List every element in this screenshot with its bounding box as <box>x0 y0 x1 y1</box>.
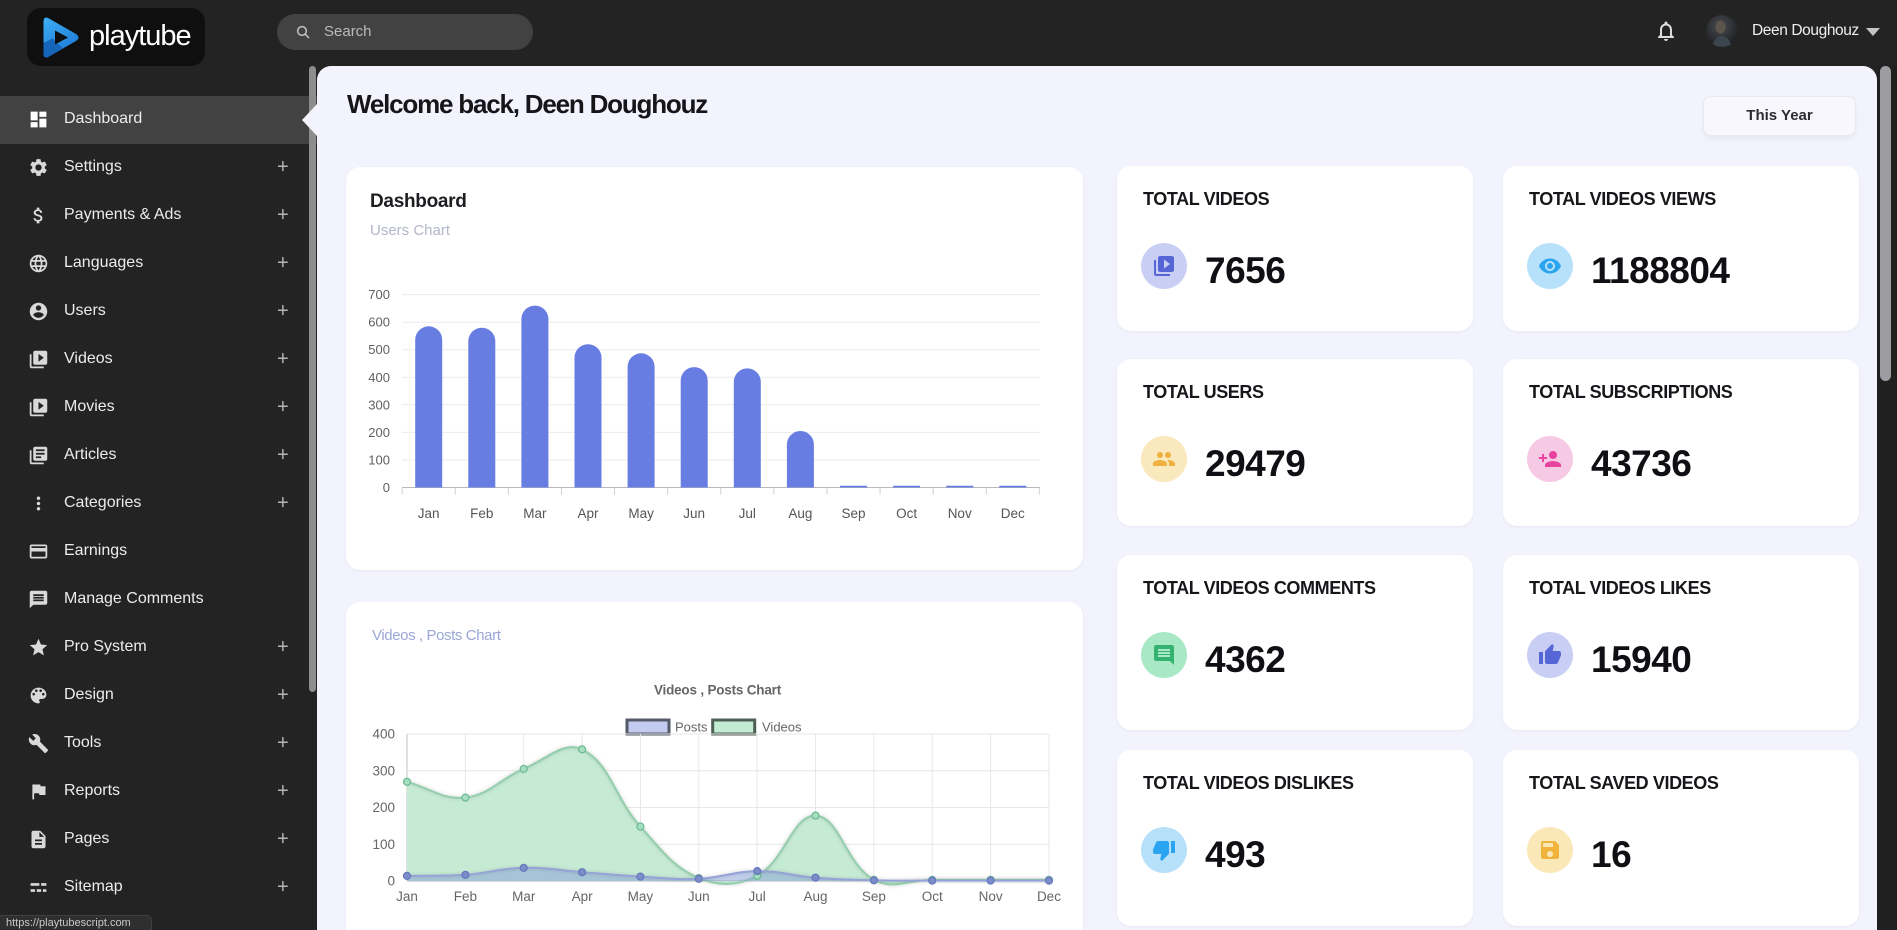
svg-text:400: 400 <box>372 727 395 742</box>
svg-text:Nov: Nov <box>948 506 972 521</box>
svg-text:Feb: Feb <box>454 889 477 904</box>
svg-text:100: 100 <box>372 837 395 852</box>
svg-text:200: 200 <box>368 425 390 440</box>
svg-text:Jan: Jan <box>418 506 440 521</box>
svg-text:0: 0 <box>383 480 390 495</box>
svg-text:Dec: Dec <box>1001 506 1025 521</box>
svg-text:Oct: Oct <box>896 506 917 521</box>
svg-text:400: 400 <box>368 370 390 385</box>
svg-text:Sep: Sep <box>841 506 865 521</box>
svg-text:Dec: Dec <box>1037 889 1061 904</box>
svg-text:Aug: Aug <box>804 889 828 904</box>
svg-text:May: May <box>628 889 654 904</box>
svg-text:May: May <box>628 506 654 521</box>
svg-text:Apr: Apr <box>577 506 599 521</box>
svg-text:700: 700 <box>368 287 390 302</box>
svg-text:300: 300 <box>372 763 395 778</box>
svg-text:Feb: Feb <box>470 506 493 521</box>
svg-text:300: 300 <box>368 397 390 412</box>
svg-text:600: 600 <box>368 315 390 330</box>
svg-text:Jul: Jul <box>739 506 756 521</box>
svg-text:Jul: Jul <box>749 889 766 904</box>
svg-text:200: 200 <box>372 800 395 815</box>
svg-text:Posts: Posts <box>675 720 708 735</box>
svg-text:100: 100 <box>368 452 390 467</box>
svg-text:500: 500 <box>368 342 390 357</box>
svg-text:Videos , Posts Chart: Videos , Posts Chart <box>654 683 782 698</box>
svg-text:Videos: Videos <box>762 720 802 735</box>
svg-text:0: 0 <box>387 874 395 889</box>
svg-text:Sep: Sep <box>862 889 886 904</box>
svg-text:Nov: Nov <box>979 889 1003 904</box>
svg-text:Jun: Jun <box>688 889 710 904</box>
svg-text:Jun: Jun <box>683 506 705 521</box>
svg-text:Mar: Mar <box>512 889 536 904</box>
svg-text:Aug: Aug <box>788 506 812 521</box>
svg-text:Oct: Oct <box>922 889 943 904</box>
svg-text:Apr: Apr <box>572 889 594 904</box>
svg-text:Jan: Jan <box>396 889 418 904</box>
svg-text:Mar: Mar <box>523 506 547 521</box>
